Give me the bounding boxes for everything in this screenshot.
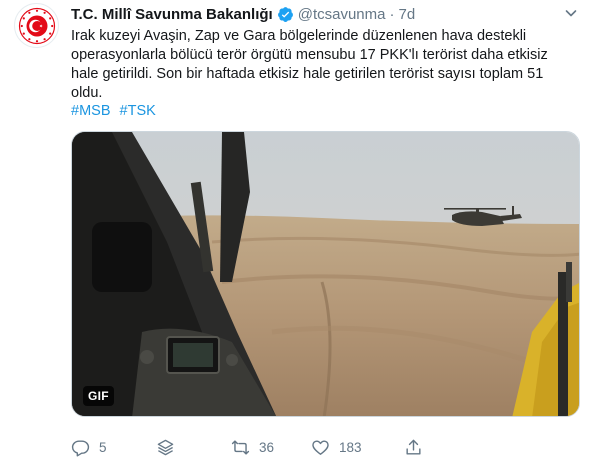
stack-icon xyxy=(157,439,174,455)
verified-icon xyxy=(277,6,294,23)
retweet-button[interactable]: 36 xyxy=(231,436,274,458)
avatar[interactable] xyxy=(14,3,59,48)
gif-preview-image xyxy=(72,132,579,416)
hashtag-tsk[interactable]: #TSK xyxy=(120,103,156,119)
gif-badge: GIF xyxy=(83,386,114,406)
like-icon xyxy=(312,439,329,455)
caret-down-icon[interactable] xyxy=(563,5,579,21)
reply-icon xyxy=(71,439,90,457)
reply-button[interactable]: 5 xyxy=(71,436,107,458)
media-gif[interactable]: GIF xyxy=(71,131,580,417)
hashtags: #MSB #TSK xyxy=(71,103,161,119)
share-icon xyxy=(406,439,421,455)
timestamp[interactable]: 7d xyxy=(398,6,415,23)
retweet-count: 36 xyxy=(259,439,275,455)
stack-button[interactable] xyxy=(156,436,175,458)
tweet: T.C. Millî Savunma Bakanlığı @tcsavunma … xyxy=(0,0,593,467)
hashtag-msb[interactable]: #MSB xyxy=(71,103,111,119)
share-button[interactable] xyxy=(404,436,423,458)
retweet-icon xyxy=(231,439,250,455)
like-button[interactable]: 183 xyxy=(311,436,362,458)
author-handle[interactable]: @tcsavunma xyxy=(298,6,386,23)
like-count: 183 xyxy=(339,439,362,455)
reply-count: 5 xyxy=(99,439,107,455)
tweet-header: T.C. Millî Savunma Bakanlığı @tcsavunma … xyxy=(71,4,553,24)
author-name[interactable]: T.C. Millî Savunma Bakanlığı xyxy=(71,6,273,23)
separator-dot: · xyxy=(389,5,395,23)
emblem-logo-icon xyxy=(18,7,55,44)
tweet-actions: 5 36 183 xyxy=(71,436,491,458)
tweet-text: Irak kuzeyi Avaşin, Zap ve Gara bölgeler… xyxy=(71,28,548,101)
